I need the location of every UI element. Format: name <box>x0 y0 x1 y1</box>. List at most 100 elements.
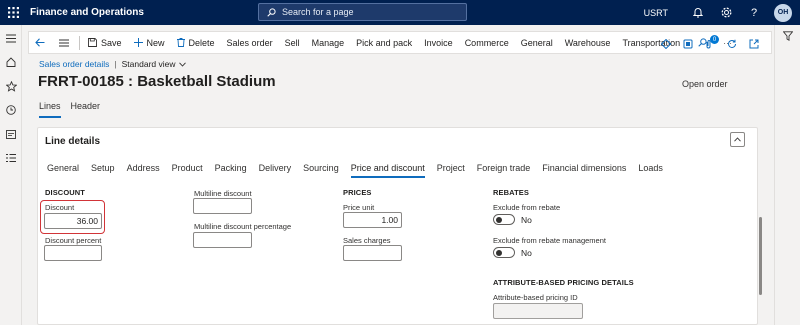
sales-charges-label: Sales charges <box>343 236 391 245</box>
tab-sourcing[interactable]: Sourcing <box>303 163 339 178</box>
menu-sales-order[interactable]: Sales order <box>221 31 279 54</box>
power-apps-icon[interactable] <box>655 32 677 55</box>
app-launcher-icon[interactable] <box>0 0 26 25</box>
navigation-pane <box>0 25 22 325</box>
gear-icon[interactable] <box>712 0 740 25</box>
vertical-scrollbar[interactable] <box>759 217 762 295</box>
tab-price-and-discount[interactable]: Price and discount <box>350 163 425 178</box>
breadcrumb-link[interactable]: Sales order details <box>39 59 109 69</box>
menu-commerce[interactable]: Commerce <box>459 31 515 54</box>
line-details-title: Line details <box>45 136 101 147</box>
plus-icon <box>133 38 143 47</box>
filter-icon[interactable] <box>782 31 793 325</box>
exclude-rebate-label: Exclude from rebate <box>493 203 561 212</box>
refresh-icon[interactable] <box>721 32 743 55</box>
search-input[interactable]: Search for a page <box>258 3 467 21</box>
pricing-id-label: Attribute-based pricing ID <box>493 293 578 302</box>
discount-label: Discount <box>45 203 75 212</box>
save-button[interactable]: Save <box>82 31 128 54</box>
menu-warehouse[interactable]: Warehouse <box>559 31 617 54</box>
star-icon[interactable] <box>0 74 22 98</box>
action-pane: Save New Delete Sales order Sell Manage … <box>28 31 772 54</box>
tab-packing[interactable]: Packing <box>215 163 247 178</box>
breadcrumb-separator: | <box>114 59 117 69</box>
page-title: FRRT-00185 : Basketball Stadium <box>38 73 276 90</box>
discount-percent-label: Discount percent <box>45 236 102 245</box>
collapse-button[interactable] <box>730 132 745 147</box>
right-rail <box>774 25 800 325</box>
line-details-tabs: General Setup Address Product Packing De… <box>47 163 675 178</box>
menu-invoice[interactable]: Invoice <box>418 31 459 54</box>
prices-group-title: PRICES <box>343 188 372 197</box>
back-button[interactable] <box>29 31 55 54</box>
modules-icon[interactable] <box>0 146 22 170</box>
delete-button[interactable]: Delete <box>171 31 221 54</box>
discount-field[interactable]: 36.00 <box>44 213 102 229</box>
chevron-up-icon <box>734 137 741 142</box>
tab-setup[interactable]: Setup <box>91 163 115 178</box>
multiline-percent-label: Multiline discount percentage <box>194 222 292 231</box>
bell-icon[interactable] <box>684 0 712 25</box>
page-tabs: Lines Header <box>39 101 110 118</box>
exclude-rebate-toggle[interactable] <box>493 214 515 225</box>
menu-general[interactable]: General <box>515 31 559 54</box>
exclude-rebate-mgmt-label: Exclude from rebate management <box>493 236 606 245</box>
tab-lines[interactable]: Lines <box>39 101 61 118</box>
menu-sell[interactable]: Sell <box>279 31 306 54</box>
tab-delivery[interactable]: Delivery <box>259 163 292 178</box>
view-label: Standard view <box>121 59 176 69</box>
new-label: New <box>146 37 165 48</box>
attribute-pricing-group-title: ATTRIBUTE-BASED PRICING DETAILS <box>493 278 634 287</box>
list-icon <box>59 39 69 46</box>
attachments-icon[interactable]: 0 <box>699 32 721 55</box>
price-unit-label: Price unit <box>343 203 375 212</box>
breadcrumb: Sales order details | Standard view <box>39 59 186 69</box>
chevron-down-icon <box>178 61 186 67</box>
tab-foreign-trade[interactable]: Foreign trade <box>477 163 531 178</box>
company-selector[interactable]: USRT <box>644 8 668 18</box>
order-status: Open order <box>682 79 728 89</box>
multiline-discount-field[interactable] <box>193 198 252 214</box>
view-selector[interactable]: Standard view <box>122 59 186 69</box>
open-new-window-icon[interactable] <box>743 32 765 55</box>
tab-header[interactable]: Header <box>71 101 101 118</box>
discount-percent-field[interactable] <box>44 245 102 261</box>
avatar[interactable]: OH <box>774 3 792 22</box>
tab-product[interactable]: Product <box>172 163 203 178</box>
tab-general[interactable]: General <box>47 163 79 178</box>
workspaces-icon[interactable] <box>0 122 22 146</box>
list-view-button[interactable] <box>55 31 77 54</box>
exclude-rebate-mgmt-toggle[interactable] <box>493 247 515 258</box>
exclude-rebate-value: No <box>521 215 532 225</box>
home-icon[interactable] <box>0 50 22 74</box>
notification-badge: 0 <box>710 35 719 44</box>
search-placeholder: Search for a page <box>282 7 354 17</box>
office-icon[interactable] <box>677 32 699 55</box>
multiline-percent-field[interactable] <box>193 232 252 248</box>
menu-pick-and-pack[interactable]: Pick and pack <box>350 31 418 54</box>
tab-loads[interactable]: Loads <box>638 163 663 178</box>
discount-group-title: DISCOUNT <box>45 188 85 197</box>
back-arrow-icon <box>35 38 45 47</box>
clock-icon[interactable] <box>0 98 22 122</box>
trash-icon <box>176 38 185 47</box>
exclude-rebate-mgmt-value: No <box>521 248 532 258</box>
pricing-id-field <box>493 303 583 319</box>
search-icon <box>267 7 276 17</box>
hamburger-menu-icon[interactable] <box>0 26 22 50</box>
tab-financial-dimensions[interactable]: Financial dimensions <box>542 163 626 178</box>
help-icon[interactable]: ? <box>740 0 768 25</box>
multiline-discount-label: Multiline discount <box>194 189 252 198</box>
price-unit-field[interactable]: 1.00 <box>343 212 402 228</box>
save-label: Save <box>101 37 122 48</box>
menu-manage[interactable]: Manage <box>306 31 351 54</box>
delete-label: Delete <box>188 37 215 48</box>
new-button[interactable]: New <box>128 31 171 54</box>
tab-project[interactable]: Project <box>437 163 465 178</box>
line-details-card: Line details General Setup Address Produ… <box>37 127 758 325</box>
separator <box>79 35 80 50</box>
sales-charges-field[interactable] <box>343 245 402 261</box>
tab-address[interactable]: Address <box>127 163 160 178</box>
save-icon <box>88 38 97 47</box>
rebates-group-title: REBATES <box>493 188 529 197</box>
